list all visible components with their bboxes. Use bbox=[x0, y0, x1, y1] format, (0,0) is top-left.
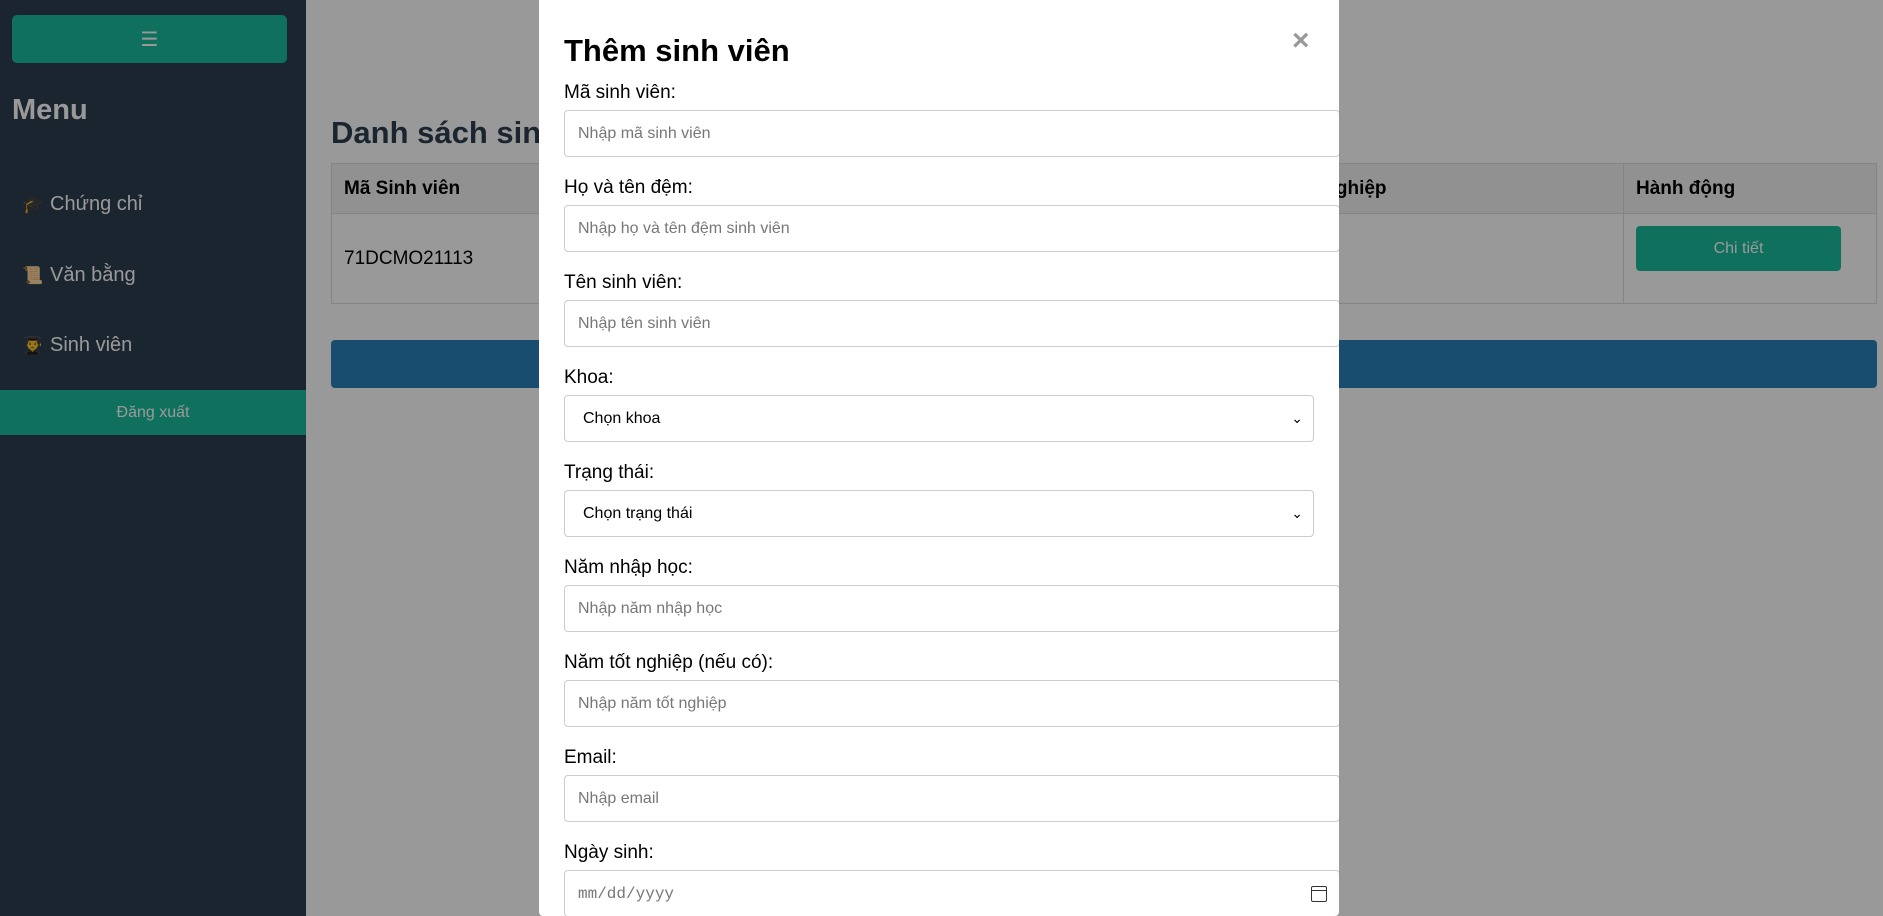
input-placeholder: Nhập họ và tên đệm sinh viên bbox=[578, 219, 790, 237]
field-label: Email: bbox=[564, 747, 617, 768]
student-id-input[interactable]: Nhập mã sinh viên bbox=[564, 110, 1339, 157]
calendar-icon[interactable] bbox=[1311, 885, 1327, 902]
select-value: Chọn trạng thái bbox=[583, 504, 693, 522]
field-label: Khoa: bbox=[564, 367, 614, 388]
enrollment-year-input[interactable]: Nhập năm nhập học bbox=[564, 585, 1339, 632]
last-middle-name-input[interactable]: Nhập họ và tên đệm sinh viên bbox=[564, 205, 1339, 252]
field-email: Email: Nhập email bbox=[564, 745, 1339, 840]
field-label: Ngày sinh: bbox=[564, 842, 654, 863]
input-placeholder: Nhập năm nhập học bbox=[578, 599, 723, 617]
field-student-id: Mã sinh viên: Nhập mã sinh viên bbox=[564, 80, 1339, 175]
status-select[interactable]: Chọn trạng thái ⌄ bbox=[564, 490, 1314, 537]
field-first-name: Tên sinh viên: Nhập tên sinh viên bbox=[564, 270, 1339, 365]
field-graduation-year: Năm tốt nghiệp (nếu có): Nhập năm tốt ng… bbox=[564, 650, 1339, 745]
chevron-down-icon: ⌄ bbox=[1291, 505, 1303, 521]
graduation-year-input[interactable]: Nhập năm tốt nghiệp bbox=[564, 680, 1339, 727]
field-label: Tên sinh viên: bbox=[564, 272, 683, 293]
input-placeholder: Nhập năm tốt nghiệp bbox=[578, 694, 727, 712]
field-enrollment-year: Năm nhập học: Nhập năm nhập học bbox=[564, 555, 1339, 650]
close-icon[interactable]: × bbox=[1292, 24, 1310, 58]
field-label: Trạng thái: bbox=[564, 462, 655, 483]
modal-title: Thêm sinh viên bbox=[564, 33, 790, 68]
field-label: Họ và tên đệm: bbox=[564, 177, 693, 198]
field-label: Mã sinh viên: bbox=[564, 82, 676, 103]
field-label: Năm tốt nghiệp (nếu có): bbox=[564, 652, 774, 673]
input-placeholder: mm/dd/yyyy bbox=[578, 884, 675, 903]
add-student-form: Mã sinh viên: Nhập mã sinh viên Họ và tê… bbox=[564, 80, 1339, 916]
birth-date-input[interactable]: mm/dd/yyyy bbox=[564, 870, 1339, 916]
field-faculty: Khoa: Chọn khoa ⌄ bbox=[564, 365, 1339, 460]
input-placeholder: Nhập mã sinh viên bbox=[578, 124, 711, 142]
first-name-input[interactable]: Nhập tên sinh viên bbox=[564, 300, 1339, 347]
field-last-middle-name: Họ và tên đệm: Nhập họ và tên đệm sinh v… bbox=[564, 175, 1339, 270]
field-label: Năm nhập học: bbox=[564, 557, 693, 578]
input-placeholder: Nhập email bbox=[578, 789, 659, 807]
input-placeholder: Nhập tên sinh viên bbox=[578, 314, 711, 332]
chevron-down-icon: ⌄ bbox=[1291, 410, 1303, 426]
add-student-modal: Thêm sinh viên × Mã sinh viên: Nhập mã s… bbox=[539, 0, 1339, 916]
faculty-select[interactable]: Chọn khoa ⌄ bbox=[564, 395, 1314, 442]
email-input[interactable]: Nhập email bbox=[564, 775, 1339, 822]
select-value: Chọn khoa bbox=[583, 409, 661, 427]
field-birth-date: Ngày sinh: mm/dd/yyyy bbox=[564, 840, 1339, 916]
field-status: Trạng thái: Chọn trạng thái ⌄ bbox=[564, 460, 1339, 555]
